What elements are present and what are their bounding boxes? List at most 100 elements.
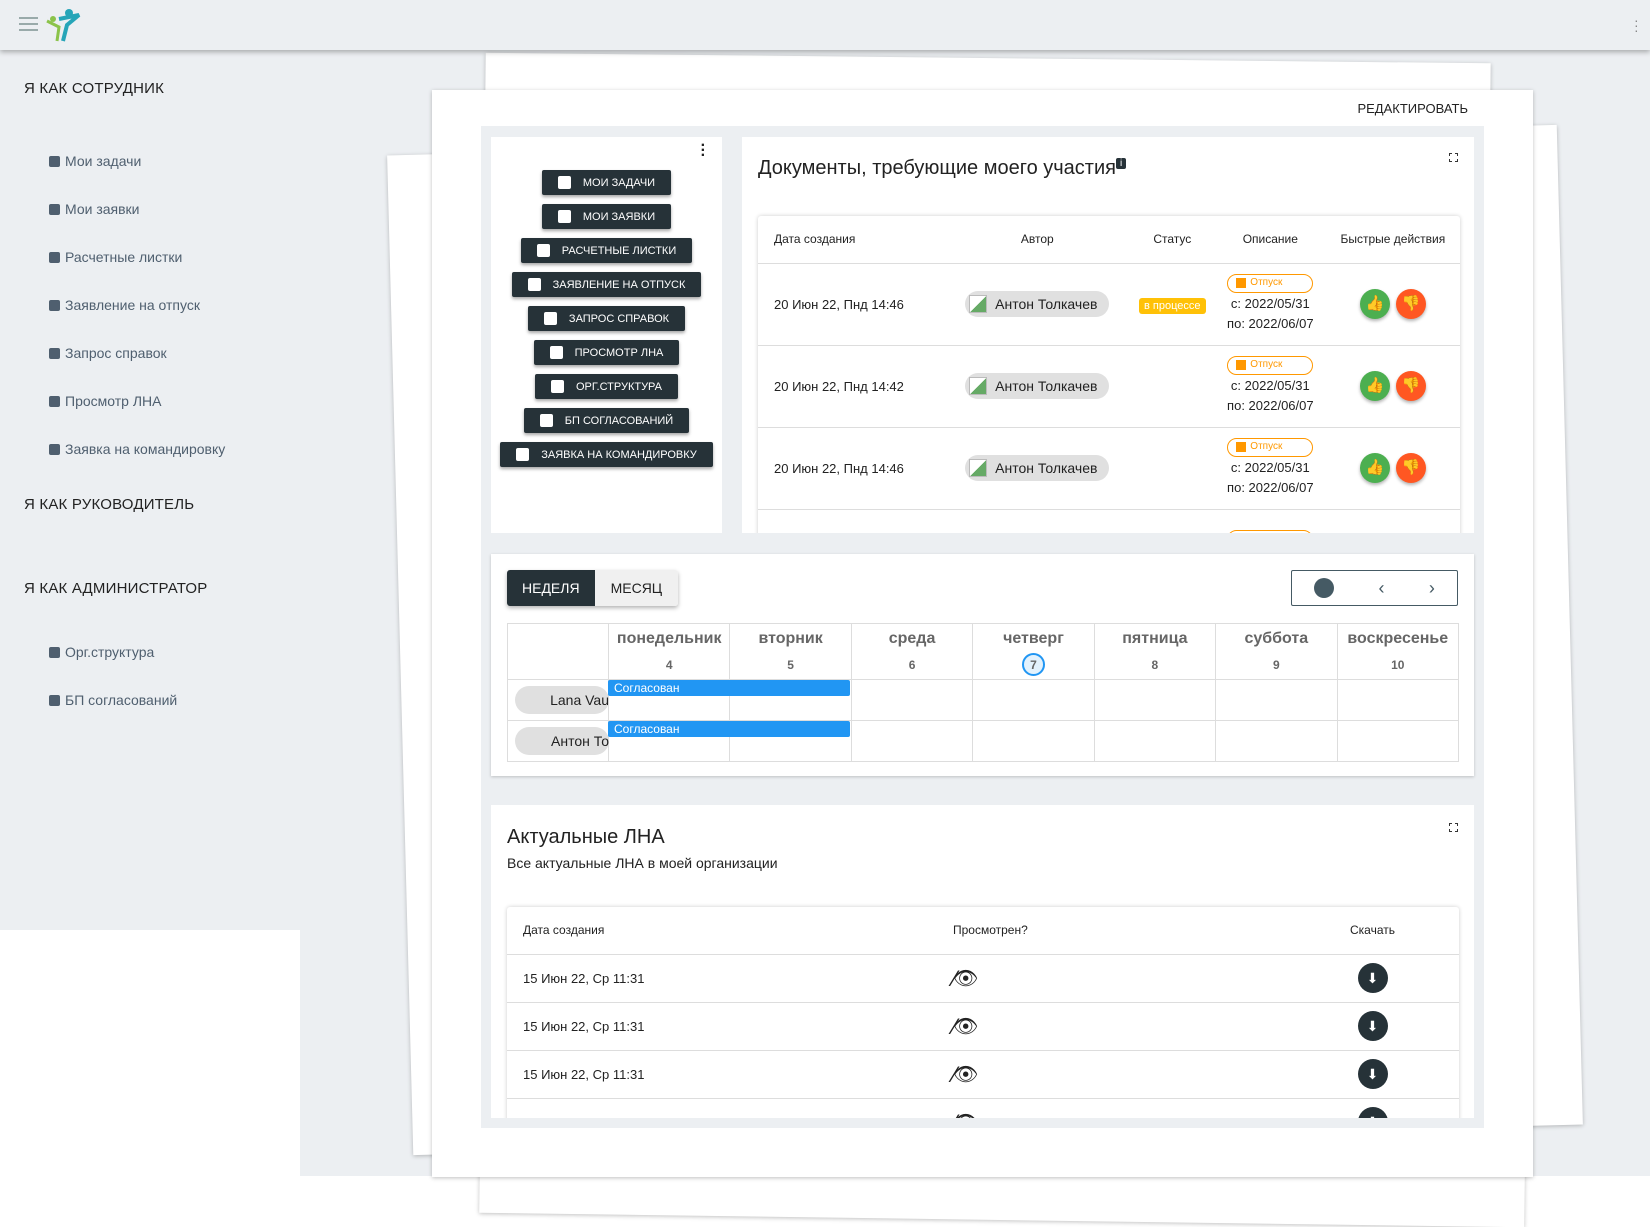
clock-icon[interactable] — [1314, 578, 1335, 598]
quick-action-button[interactable]: ЗАПРОС СПРАВОК — [527, 306, 686, 331]
resource-chip[interactable]: Lana Vau — [515, 686, 609, 714]
quick-action-button[interactable]: ПРОСМОТР ЛНА — [533, 340, 680, 365]
documents-title: Документы, требующие моего участия — [758, 157, 1116, 179]
table-row[interactable]: 15 Июн 22, Ср 11:31 👁⁄ ⬇ — [507, 1002, 1459, 1051]
info-icon[interactable]: i — [1115, 158, 1127, 170]
calendar-event[interactable]: Согласован — [608, 680, 850, 696]
avatar — [969, 459, 988, 477]
sidebar-item[interactable]: Расчетные листки — [49, 249, 182, 265]
calendar-panel: НЕДЕЛЯ МЕСЯЦ ‹ › понедельник 4 вторник 5 сре… — [491, 554, 1474, 776]
sidebar-item[interactable]: Заявка на командировку — [49, 441, 225, 457]
author-chip[interactable]: Антон Толкачев — [965, 291, 1110, 317]
day-header[interactable]: понедельник 4 — [607, 623, 731, 680]
download-button[interactable]: ⬇ — [1357, 1059, 1388, 1089]
resource-chip[interactable]: Антон То — [515, 727, 609, 755]
org-structure-icon — [49, 646, 60, 658]
calendar-cell[interactable] — [1336, 720, 1460, 762]
tasks-icon — [49, 155, 60, 167]
sidebar-section-admin: Я КАК АДМИНИСТРАТОР — [24, 580, 208, 597]
hamburger-icon[interactable] — [19, 17, 38, 31]
more-vertical-icon[interactable]: · · · — [701, 138, 706, 164]
calendar-cell[interactable] — [1215, 679, 1338, 721]
reject-button[interactable]: 👎 — [1395, 289, 1426, 319]
table-row[interactable]: 20 Июн 22, Пнд 14:46 Антон Толкачев в пр… — [758, 263, 1460, 346]
more-vertical-icon[interactable]: · · · — [1634, 13, 1639, 37]
column-header[interactable]: Статус — [1129, 216, 1215, 264]
reject-button[interactable]: 👎 — [1395, 453, 1426, 483]
quick-actions-panel: · · · МОИ ЗАДАЧИ МОИ ЗАЯВКИ РАСЧЕТНЫЕ ЛИСТКИ… — [491, 137, 722, 533]
edit-button[interactable]: РЕДАКТИРОВАТЬ — [1357, 101, 1468, 116]
column-header[interactable]: Дата создания — [758, 216, 945, 264]
fullscreen-icon[interactable] — [1449, 153, 1458, 162]
download-button[interactable]: ⬇ — [1357, 963, 1388, 993]
approve-button[interactable]: 👍 — [1359, 371, 1390, 401]
table-row[interactable]: 15 Июн 22, Ср 11:31 👁⁄ ⬇ — [507, 1098, 1459, 1118]
calendar-cell[interactable] — [972, 679, 1095, 721]
column-header[interactable]: Описание — [1214, 216, 1326, 264]
thumb-down-icon: 👎 — [1401, 459, 1421, 476]
sidebar-item[interactable]: Орг.структура — [49, 644, 154, 660]
sidebar-item[interactable]: Заявление на отпуск — [49, 297, 200, 313]
column-header[interactable]: Быстрые действия — [1325, 216, 1460, 264]
author-chip[interactable]: Антон Толкачев — [965, 373, 1110, 399]
reject-button[interactable]: 👎 — [1395, 371, 1426, 401]
calendar-cell[interactable] — [1093, 679, 1217, 721]
thumb-up-icon: 👍 — [1365, 377, 1385, 394]
quick-action-button[interactable]: МОИ ЗАЯВКИ — [541, 204, 672, 229]
day-header[interactable]: четверг 7 — [972, 623, 1095, 680]
table-row[interactable]: 15 Июн 22, Ср 11:31 👁⁄ ⬇ — [507, 954, 1459, 1003]
eye-off-icon: 👁⁄ — [953, 1013, 979, 1039]
column-header[interactable]: Автор — [944, 216, 1130, 264]
sidebar-item[interactable]: Мои заявки — [49, 201, 139, 217]
table-row[interactable]: 20 Июн 22, Пнд 14:42 Антон Толкачев Отпу… — [758, 345, 1460, 428]
vacation-chip: Отпуск — [1227, 355, 1314, 375]
week-view-button[interactable]: НЕДЕЛЯ — [507, 570, 595, 606]
calendar-cell[interactable] — [1336, 679, 1460, 721]
table-row[interactable]: Отпуск — [758, 509, 1460, 533]
day-header[interactable]: среда 6 — [850, 623, 974, 680]
table-row[interactable]: 15 Июн 22, Ср 11:31 👁⁄ ⬇ — [507, 1050, 1459, 1099]
fullscreen-icon[interactable] — [1449, 823, 1458, 832]
chevron-left-icon[interactable]: ‹ — [1378, 578, 1384, 599]
chevron-right-icon[interactable]: › — [1429, 578, 1435, 599]
quick-action-button[interactable]: МОИ ЗАДАЧИ — [541, 170, 672, 195]
tasks-icon — [557, 176, 571, 189]
author-chip[interactable]: Антон Толкачев — [965, 455, 1110, 481]
calendar-cell[interactable] — [850, 720, 974, 762]
table-row[interactable]: 20 Июн 22, Пнд 14:46 Антон Толкачев Отпу… — [758, 427, 1460, 510]
quick-action-button[interactable]: ОРГ.СТРУКТУРА — [535, 374, 678, 399]
approve-button[interactable]: 👍 — [1359, 289, 1390, 319]
sidebar-item[interactable]: Запрос справок — [49, 345, 167, 361]
lna-title: Актуальные ЛНА — [507, 826, 665, 848]
sidebar-item[interactable]: Просмотр ЛНА — [49, 393, 161, 409]
download-button[interactable]: ⬇ — [1357, 1107, 1388, 1118]
calendar-cell[interactable] — [972, 720, 1095, 762]
quick-action-button[interactable]: ЗАЯВЛЕНИЕ НА ОТПУСК — [511, 272, 702, 297]
day-header[interactable]: вторник 5 — [729, 623, 852, 680]
sidebar-item[interactable]: Мои задачи — [49, 153, 141, 169]
calendar-cell[interactable] — [1093, 720, 1217, 762]
day-header[interactable]: воскресенье 10 — [1336, 623, 1460, 680]
day-header[interactable]: пятница 8 — [1093, 623, 1217, 680]
approve-button[interactable]: 👍 — [1359, 453, 1390, 483]
sidebar-item[interactable]: БП согласований — [49, 692, 177, 708]
file-icon — [549, 346, 563, 359]
documents-table: Дата создания Автор Статус Описание Быстрые … — [758, 216, 1460, 533]
download-button[interactable]: ⬇ — [1357, 1011, 1388, 1041]
people-logo[interactable] — [45, 7, 81, 43]
calendar-event[interactable]: Согласован — [608, 721, 850, 737]
calendar-cell[interactable] — [850, 679, 974, 721]
quick-action-button[interactable]: РАСЧЕТНЫЕ ЛИСТКИ — [520, 238, 693, 263]
column-header[interactable]: Просмотрен? — [937, 907, 1286, 955]
sidebar — [0, 50, 300, 930]
column-header[interactable]: Скачать — [1286, 907, 1459, 955]
day-header[interactable]: суббота 9 — [1215, 623, 1338, 680]
lna-panel: Актуальные ЛНА Все актуальные ЛНА в моей… — [491, 805, 1474, 1118]
cake-icon — [1236, 278, 1247, 289]
quick-action-button[interactable]: ЗАЯВКА НА КОМАНДИРОВКУ — [500, 442, 713, 467]
column-header[interactable]: Дата создания — [507, 907, 937, 955]
quick-action-button[interactable]: БП СОГЛАСОВАНИЙ — [523, 408, 690, 433]
calendar-cell[interactable] — [1215, 720, 1338, 762]
eye-off-icon: 👁⁄ — [953, 1110, 978, 1119]
month-view-button[interactable]: МЕСЯЦ — [594, 570, 679, 606]
